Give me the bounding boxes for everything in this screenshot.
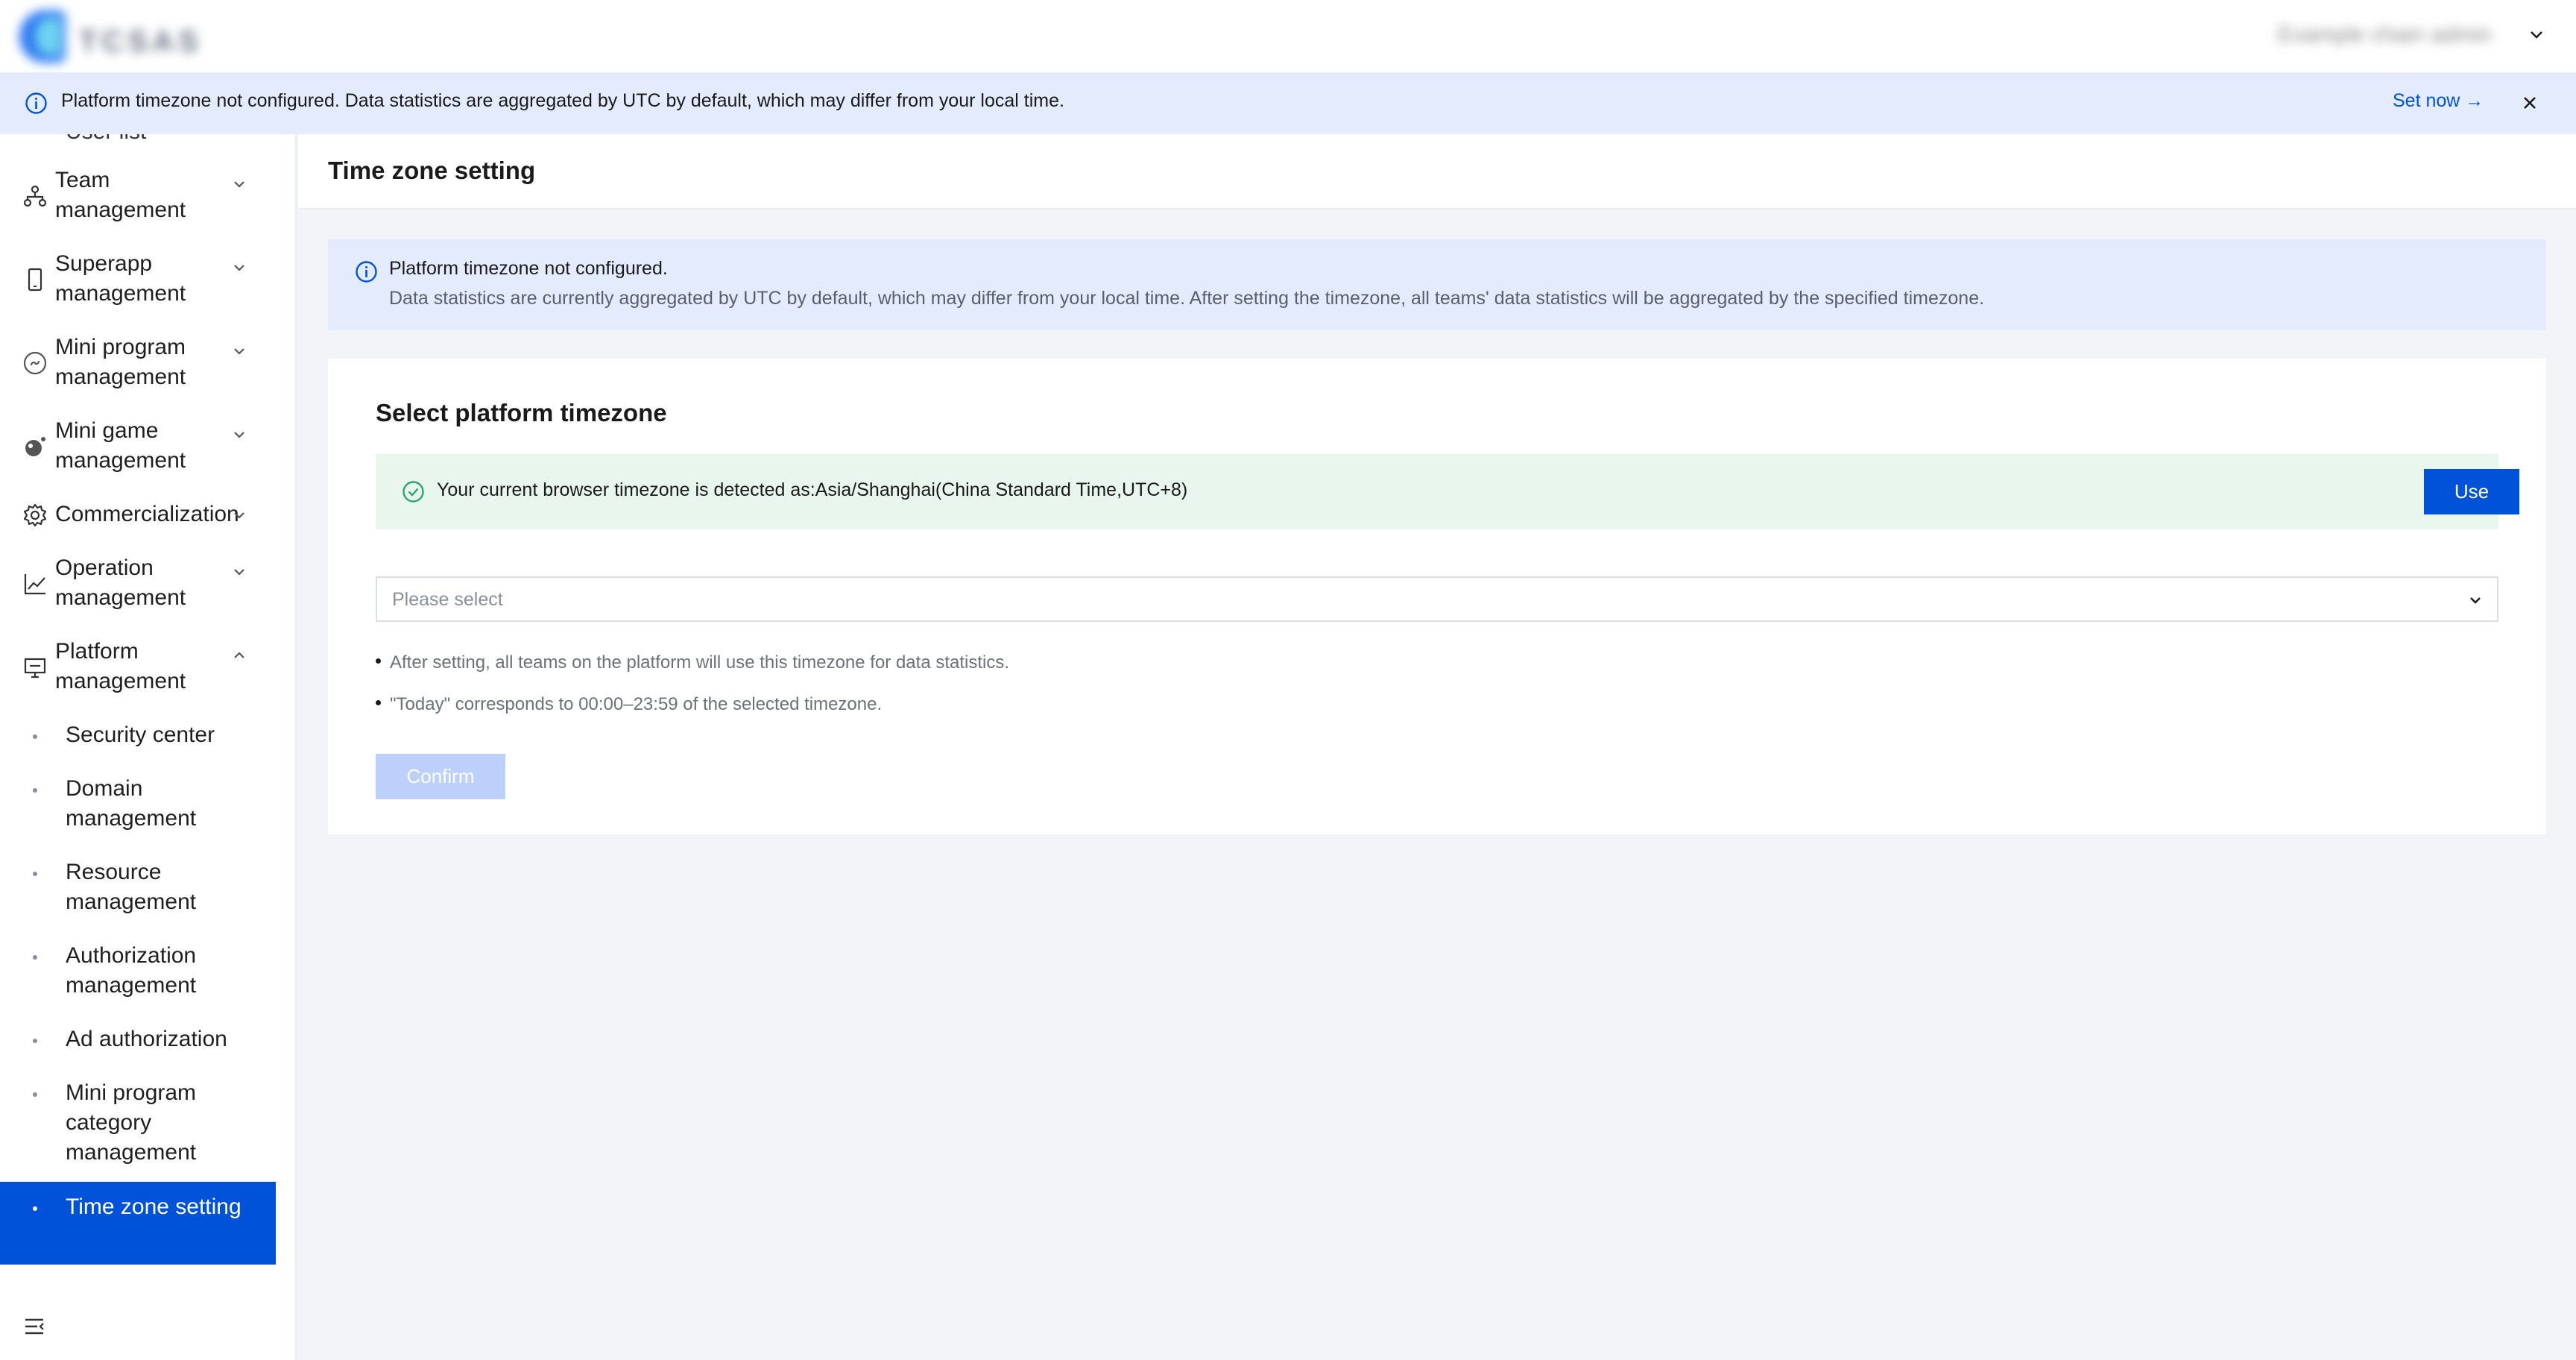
use-button[interactable]: Use	[2424, 469, 2519, 514]
bullet-dot	[33, 955, 37, 960]
sidebar-subitem-ad-authorization[interactable]: Ad authorization	[0, 1024, 276, 1057]
timezone-notice-banner: Platform timezone not configured. Data s…	[0, 72, 2576, 134]
page-title: Time zone setting	[328, 157, 536, 184]
sidebar-subitem-domain-management[interactable]: Domain management	[0, 774, 276, 837]
banner-message: Platform timezone not configured. Data s…	[61, 90, 1064, 111]
detected-timezone-alert: Your current browser timezone is detecte…	[376, 454, 2519, 529]
info-icon	[354, 259, 379, 284]
sidebar-item-user-list[interactable]: User list	[66, 134, 146, 145]
sidebar-item-label: Operation management	[55, 555, 186, 610]
page-header: Time zone setting	[298, 134, 2576, 210]
set-now-link[interactable]: Set now →	[2393, 90, 2484, 112]
sidebar-item-superapp-management[interactable]: Superapp management	[0, 249, 276, 312]
logo-text: TCSAS	[79, 25, 203, 58]
sidebar-item-mini-game-management[interactable]: Mini game management	[0, 416, 276, 479]
bullet-dot	[33, 734, 37, 739]
chevron-down-icon	[2464, 589, 2487, 611]
sidebar-item-commercialization[interactable]: Commercialization	[0, 500, 276, 532]
bullet-dot	[376, 658, 381, 664]
info-icon	[24, 91, 48, 116]
gear-icon	[22, 503, 48, 528]
bullet-dot	[33, 1206, 37, 1211]
menu-fold-icon[interactable]	[22, 1314, 48, 1339]
logo-mark-inner	[36, 18, 61, 55]
select-placeholder: Please select	[392, 589, 503, 610]
sidebar-item-mini-program-management[interactable]: Mini program management	[0, 333, 276, 395]
sidebar-item-team-management[interactable]: Team management	[0, 166, 276, 228]
sidebar-subitem-label: Ad authorization	[66, 1027, 227, 1051]
sidebar: User list Team management Superapp manag…	[0, 134, 297, 1360]
sidebar-item-platform-management[interactable]: Platform management	[0, 637, 276, 699]
bullet-dot	[33, 788, 37, 793]
sidebar-subitem-authorization-management[interactable]: Authorization management	[0, 941, 276, 1004]
card-title: Select platform timezone	[376, 399, 667, 426]
chevron-down-icon	[228, 173, 250, 195]
sidebar-item-label: Team management	[55, 168, 186, 222]
bullet-dot	[33, 872, 37, 876]
timezone-info-alert: Platform timezone not configured. Data s…	[328, 239, 2546, 330]
monitor-icon	[22, 655, 48, 680]
sidebar-subitem-label: Time zone setting	[66, 1194, 242, 1219]
sidebar-item-label: Mini program management	[55, 335, 186, 389]
link-icon	[22, 350, 48, 376]
note-item: "Today" corresponds to 00:00–23:59 of th…	[376, 694, 882, 715]
logo[interactable]: TCSAS	[13, 7, 218, 64]
team-icon	[22, 183, 48, 209]
detected-timezone-text: Your current browser timezone is detecte…	[437, 479, 1188, 500]
top-bar: TCSAS Example chain admin	[0, 0, 2576, 72]
sidebar-subitem-label: Mini program category management	[66, 1080, 197, 1165]
info-alert-description: Data statistics are currently aggregated…	[389, 288, 1985, 309]
sidebar-item-label: Mini game management	[55, 418, 186, 473]
sidebar-subitem-label: Security center	[66, 722, 215, 747]
sidebar-subitem-label: Domain management	[66, 776, 197, 831]
chevron-down-icon	[228, 340, 250, 362]
timezone-card: Select platform timezone Your current br…	[328, 359, 2546, 834]
sidebar-subitem-resource-management[interactable]: Resource management	[0, 857, 276, 920]
sidebar-subitem-label: Resource management	[66, 860, 197, 914]
close-icon[interactable]	[2518, 91, 2542, 115]
sidebar-subitem-mini-program-category-management[interactable]: Mini program category management	[0, 1078, 276, 1171]
bullet-dot	[33, 1039, 37, 1043]
check-circle-icon	[401, 479, 426, 504]
sidebar-subitem-security-center[interactable]: Security center	[0, 720, 276, 753]
info-alert-title: Platform timezone not configured.	[389, 258, 668, 279]
sidebar-item-label: Platform management	[55, 639, 186, 693]
bullet-dot	[33, 1092, 37, 1097]
confirm-button[interactable]: Confirm	[376, 754, 505, 799]
chevron-down-icon	[228, 561, 250, 583]
chevron-up-icon	[228, 644, 250, 667]
note-item: After setting, all teams on the platform…	[376, 652, 1009, 673]
phone-icon	[22, 267, 48, 292]
timezone-select[interactable]: Please select	[376, 576, 2498, 622]
game-icon	[22, 434, 48, 459]
sidebar-item-operation-management[interactable]: Operation management	[0, 553, 276, 616]
sidebar-subitem-label: Authorization management	[66, 943, 197, 998]
sidebar-item-label: Superapp management	[55, 251, 186, 306]
bullet-dot	[376, 700, 381, 706]
user-name[interactable]: Example chain admin	[2278, 22, 2516, 49]
chevron-down-icon	[228, 424, 250, 446]
chevron-down-icon	[228, 256, 250, 279]
chevron-down-icon	[228, 504, 250, 526]
chevron-down-icon[interactable]	[2525, 24, 2548, 46]
note-text: After setting, all teams on the platform…	[390, 652, 1010, 673]
sidebar-subitem-time-zone-setting[interactable]: Time zone setting	[0, 1182, 276, 1265]
chart-icon	[22, 571, 48, 596]
note-text: "Today" corresponds to 00:00–23:59 of th…	[390, 694, 883, 714]
